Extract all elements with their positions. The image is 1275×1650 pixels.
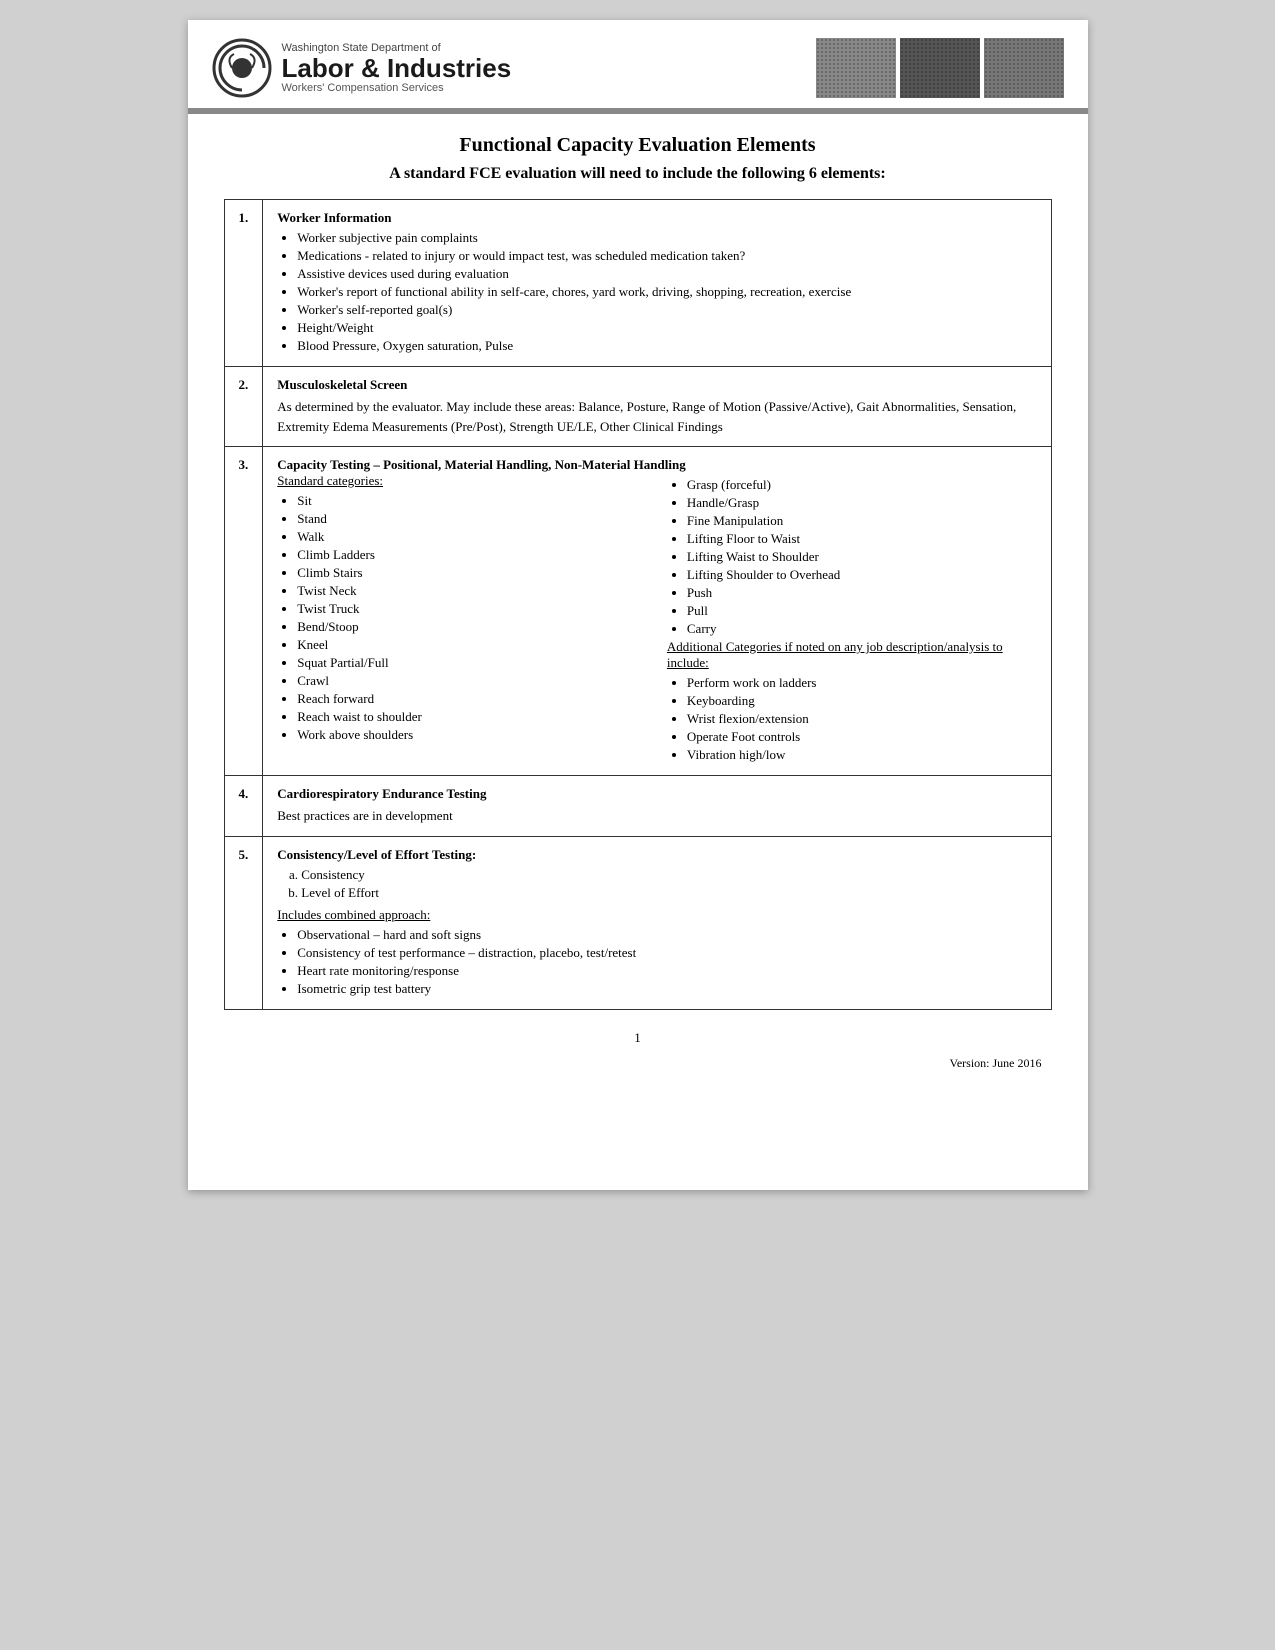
list-item: Pull: [687, 603, 1037, 619]
section-5-includes-label: Includes combined approach:: [277, 907, 1036, 923]
list-item: Consistency of test performance – distra…: [297, 945, 1036, 961]
list-item: Squat Partial/Full: [297, 655, 647, 671]
list-item: Assistive devices used during evaluation: [297, 266, 1036, 282]
list-item: Observational – hard and soft signs: [297, 927, 1036, 943]
section-1-num: 1.: [224, 200, 263, 367]
section-3-num: 3.: [224, 447, 263, 776]
section-5-title: Consistency/Level of Effort Testing:: [277, 847, 1036, 863]
section-4-para: Best practices are in development: [277, 806, 1036, 826]
list-item: Crawl: [297, 673, 647, 689]
doc-title: Functional Capacity Evaluation Elements: [224, 134, 1052, 157]
dept-line2: Labor & Industries: [282, 54, 512, 83]
section-2-num: 2.: [224, 367, 263, 447]
section-3-col-left: Standard categories: Sit Stand Walk Clim…: [277, 473, 657, 765]
page-header: Washington State Department of Labor & I…: [188, 20, 1088, 114]
header-photos: [816, 38, 1064, 98]
section-3-content: Capacity Testing – Positional, Material …: [263, 447, 1051, 776]
section-2-content: Musculoskeletal Screen As determined by …: [263, 367, 1051, 447]
section-3-title: Capacity Testing – Positional, Material …: [277, 457, 1036, 473]
list-item: Lifting Floor to Waist: [687, 531, 1037, 547]
section-5-bullet-list: Observational – hard and soft signs Cons…: [297, 927, 1036, 997]
list-item: Carry: [687, 621, 1037, 637]
photo2: [900, 38, 980, 98]
list-item: Handle/Grasp: [687, 495, 1037, 511]
list-item: Kneel: [297, 637, 647, 653]
section-3-right-list-bottom: Perform work on ladders Keyboarding Wris…: [687, 675, 1037, 763]
section-3-right-sublabel: Additional Categories if noted on any jo…: [667, 639, 1003, 670]
section-1-list: Worker subjective pain complaints Medica…: [297, 230, 1036, 354]
list-item: Keyboarding: [687, 693, 1037, 709]
section-3-right-list-top: Grasp (forceful) Handle/Grasp Fine Manip…: [687, 477, 1037, 637]
section-3-two-col: Standard categories: Sit Stand Walk Clim…: [277, 473, 1036, 765]
list-item: Blood Pressure, Oxygen saturation, Pulse: [297, 338, 1036, 354]
section-4-num: 4.: [224, 776, 263, 837]
list-item: Bend/Stoop: [297, 619, 647, 635]
section-5-row: 5. Consistency/Level of Effort Testing: …: [224, 836, 1051, 1009]
list-item: Wrist flexion/extension: [687, 711, 1037, 727]
sections-table: 1. Worker Information Worker subjective …: [224, 199, 1052, 1010]
dept-line1: Washington State Department of: [282, 42, 512, 54]
list-item: Fine Manipulation: [687, 513, 1037, 529]
list-item: Vibration high/low: [687, 747, 1037, 763]
section-4-row: 4. Cardiorespiratory Endurance Testing B…: [224, 776, 1051, 837]
list-item: Stand: [297, 511, 647, 527]
list-item: Twist Truck: [297, 601, 647, 617]
section-3-left-list: Sit Stand Walk Climb Ladders Climb Stair…: [297, 493, 647, 743]
list-item: Operate Foot controls: [687, 729, 1037, 745]
section-1-row: 1. Worker Information Worker subjective …: [224, 200, 1051, 367]
list-item: Climb Ladders: [297, 547, 647, 563]
list-item: Medications - related to injury or would…: [297, 248, 1036, 264]
list-item: Reach forward: [297, 691, 647, 707]
list-item: Isometric grip test battery: [297, 981, 1036, 997]
section-5-num: 5.: [224, 836, 263, 1009]
section-4-title: Cardiorespiratory Endurance Testing: [277, 786, 1036, 802]
section-2-para: As determined by the evaluator. May incl…: [277, 397, 1036, 436]
page-number: 1: [224, 1030, 1052, 1046]
list-item: Reach waist to shoulder: [297, 709, 647, 725]
section-1-title: Worker Information: [277, 210, 1036, 226]
section-1-content: Worker Information Worker subjective pai…: [263, 200, 1051, 367]
list-item: Climb Stairs: [297, 565, 647, 581]
list-item: Sit: [297, 493, 647, 509]
list-item: Lifting Shoulder to Overhead: [687, 567, 1037, 583]
section-3-row: 3. Capacity Testing – Positional, Materi…: [224, 447, 1051, 776]
section-2-row: 2. Musculoskeletal Screen As determined …: [224, 367, 1051, 447]
list-item: Perform work on ladders: [687, 675, 1037, 691]
list-item: Twist Neck: [297, 583, 647, 599]
list-item: Consistency: [301, 867, 1036, 883]
list-item: Push: [687, 585, 1037, 601]
list-item: Lifting Waist to Shoulder: [687, 549, 1037, 565]
photo1: [816, 38, 896, 98]
list-item: Height/Weight: [297, 320, 1036, 336]
dept-line3: Workers' Compensation Services: [282, 82, 512, 94]
doc-subtitle: A standard FCE evaluation will need to i…: [224, 165, 1052, 183]
section-4-content: Cardiorespiratory Endurance Testing Best…: [263, 776, 1051, 837]
list-item: Worker's report of functional ability in…: [297, 284, 1036, 300]
list-item: Walk: [297, 529, 647, 545]
section-5-content: Consistency/Level of Effort Testing: Con…: [263, 836, 1051, 1009]
list-item: Heart rate monitoring/response: [297, 963, 1036, 979]
section-5-alpha-list: Consistency Level of Effort: [301, 867, 1036, 901]
section-3-col-right: Grasp (forceful) Handle/Grasp Fine Manip…: [657, 473, 1037, 765]
list-item: Level of Effort: [301, 885, 1036, 901]
page: Washington State Department of Labor & I…: [188, 20, 1088, 1190]
section-3-left-sublabel: Standard categories:: [277, 473, 383, 488]
photo3: [984, 38, 1064, 98]
logo-text: Washington State Department of Labor & I…: [282, 42, 512, 95]
page-content: Functional Capacity Evaluation Elements …: [188, 114, 1088, 1111]
li-logo-icon: [212, 38, 272, 98]
list-item: Work above shoulders: [297, 727, 647, 743]
section-2-title: Musculoskeletal Screen: [277, 377, 1036, 393]
logo-area: Washington State Department of Labor & I…: [212, 38, 796, 98]
version-text: Version: June 2016: [224, 1056, 1052, 1071]
list-item: Worker's self-reported goal(s): [297, 302, 1036, 318]
list-item: Grasp (forceful): [687, 477, 1037, 493]
list-item: Worker subjective pain complaints: [297, 230, 1036, 246]
